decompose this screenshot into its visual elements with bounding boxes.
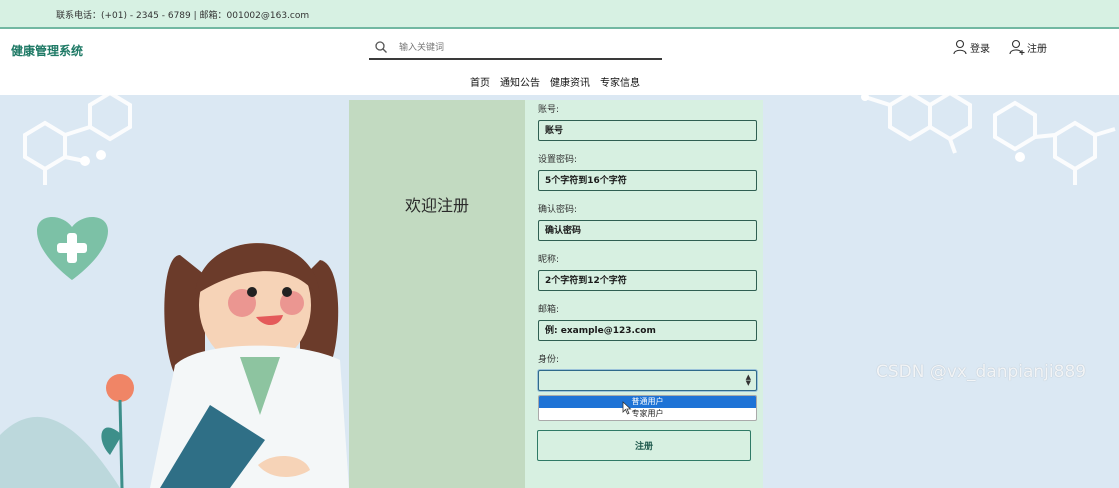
- select-arrows-icon: ▲ ▼: [745, 373, 751, 387]
- register-label: 注册: [1027, 43, 1047, 55]
- register-link[interactable]: 注册: [1009, 39, 1047, 55]
- nickname-label: 昵称:: [538, 255, 560, 265]
- user-icon: [953, 39, 967, 55]
- email-input[interactable]: [538, 320, 757, 341]
- login-label: 登录: [970, 43, 990, 55]
- nav-item-notices[interactable]: 通知公告: [500, 74, 540, 89]
- nickname-input[interactable]: [538, 270, 757, 291]
- nav-item-health-news[interactable]: 健康资讯: [550, 74, 590, 89]
- site-brand[interactable]: 健康管理系统: [11, 42, 83, 59]
- doctor-illustration: [0, 216, 349, 488]
- account-input[interactable]: [538, 120, 757, 141]
- site-header: 健康管理系统 登录 注册 首页 通知公告 健康资讯 专家信息: [0, 29, 1119, 95]
- welcome-title: 欢迎注册: [404, 196, 469, 215]
- main-nav: 首页 通知公告 健康资讯 专家信息: [470, 74, 640, 89]
- account-label: 账号:: [538, 105, 560, 115]
- nav-item-home[interactable]: 首页: [470, 74, 490, 89]
- watermark: CSDN @vx_danpianji889: [876, 362, 1087, 382]
- confirm-password-input[interactable]: [538, 220, 757, 241]
- identity-label: 身份:: [538, 355, 560, 365]
- login-link[interactable]: 登录: [952, 39, 990, 55]
- option-expert-user[interactable]: 专家用户: [539, 408, 756, 420]
- register-page-body: 欢迎注册 账号: 设置密码: 确认密码: 昵称: 邮箱: 身份: ▲▼ 普通用户…: [0, 95, 1119, 488]
- identity-select[interactable]: ▲ ▼: [538, 370, 757, 391]
- register-submit-button[interactable]: 注册: [537, 430, 751, 461]
- molecule-decoration-right-2: [993, 100, 1116, 185]
- top-info-bar: 联系电话：(+01) - 2345 - 6789 | 邮箱：001002@163…: [0, 0, 1119, 29]
- search-bar: [369, 37, 662, 60]
- molecule-decoration-right-1: [861, 95, 972, 154]
- identity-dropdown: 普通用户 专家用户: [538, 395, 757, 421]
- email-label: 邮箱:: [538, 305, 560, 315]
- search-icon[interactable]: [374, 40, 388, 54]
- search-input[interactable]: [397, 39, 651, 57]
- mouse-cursor-icon: [622, 401, 632, 415]
- contact-info: 联系电话：(+01) - 2345 - 6789 | 邮箱：001002@163…: [56, 11, 310, 21]
- register-form: 账号: 设置密码: 确认密码: 昵称: 邮箱: 身份: ▲▼ 普通用户 专家用户…: [525, 100, 763, 488]
- password-input[interactable]: [538, 170, 757, 191]
- nav-item-experts[interactable]: 专家信息: [600, 74, 640, 89]
- add-user-icon: [1009, 39, 1025, 55]
- welcome-panel: 欢迎注册: [349, 100, 525, 488]
- confirm-password-label: 确认密码:: [538, 205, 578, 215]
- password-label: 设置密码:: [538, 155, 578, 165]
- option-regular-user[interactable]: 普通用户: [539, 396, 756, 408]
